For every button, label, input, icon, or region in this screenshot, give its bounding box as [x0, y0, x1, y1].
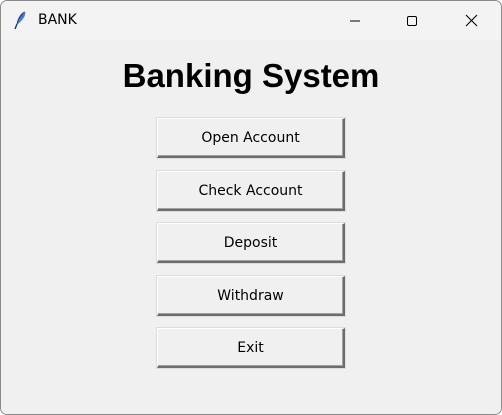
main-panel: Banking System Open Account Check Accoun… — [1, 40, 501, 414]
minimize-icon — [350, 20, 360, 21]
maximize-icon — [407, 15, 417, 26]
open-account-button[interactable]: Open Account — [157, 118, 345, 158]
feather-icon — [12, 10, 28, 30]
check-account-button[interactable]: Check Account — [157, 171, 345, 211]
title-bar[interactable]: BANK — [1, 1, 501, 40]
page-title: Banking System — [122, 57, 380, 94]
minimize-button[interactable] — [332, 1, 378, 40]
window-title: BANK — [38, 12, 77, 28]
deposit-button[interactable]: Deposit — [157, 223, 345, 263]
app-window: BANK Banking System Open Account Check A… — [0, 0, 502, 415]
close-button[interactable] — [448, 1, 494, 40]
withdraw-button[interactable]: Withdraw — [157, 276, 345, 316]
maximize-button[interactable] — [389, 1, 435, 40]
exit-button[interactable]: Exit — [157, 328, 345, 368]
close-icon — [465, 14, 477, 27]
